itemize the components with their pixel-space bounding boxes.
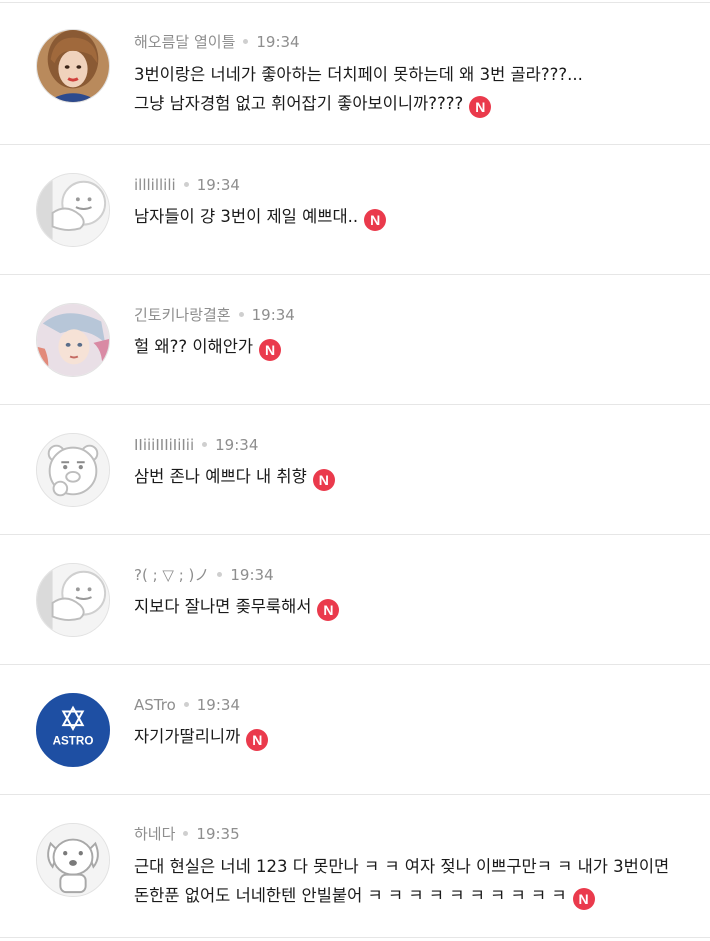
comment-line-with-badge: 돈한푼 없어도 너네한텐 안빌붙어 ㅋ ㅋ ㅋ ㅋ ㅋ ㅋ ㅋ ㅋ ㅋ ㅋ N: [134, 881, 694, 910]
comment-item[interactable]: 해오름달 열이틀 19:34 3번이랑은 너네가 좋아하는 더치페이 못하는데 왜…: [0, 3, 710, 145]
author-name[interactable]: 해오름달 열이틀: [134, 33, 235, 51]
comment-item[interactable]: IIiiiIIIiIiIii 19:34 삼번 존나 예쁘다 내 취향 N: [0, 405, 710, 535]
separator-dot: [183, 701, 189, 707]
new-badge-icon: N: [364, 209, 387, 231]
comment-item[interactable]: illlillili 19:34 남자들이 걍 3번이 제일 예쁘대.. N: [0, 145, 710, 275]
comment-line: 자기가딸리니까: [134, 727, 241, 746]
separator-dot: [183, 830, 189, 836]
comment-line: 남자들이 걍 3번이 제일 예쁘대..: [134, 207, 359, 226]
comment-line-with-badge: 그냥 남자경험 없고 휘어잡기 좋아보이니까???? N: [134, 89, 694, 118]
comment-time: 19:34: [215, 436, 259, 454]
comment-line: 헐 왜?? 이해안가: [134, 337, 254, 356]
comment-meta: ?( ; ▽ ; )ノ 19:34: [134, 566, 274, 584]
avatar-photo-woman-image: [37, 30, 109, 102]
comment-time: 19:34: [251, 306, 295, 324]
comment-text: 남자들이 걍 3번이 제일 예쁘대.. N: [134, 202, 694, 231]
comment-meta: 긴토키나랑결혼 19:34: [134, 306, 295, 324]
avatar-bear-character[interactable]: [36, 433, 110, 507]
comment-meta: illlillili 19:34: [134, 176, 240, 194]
comment-list: 해오름달 열이틀 19:34 3번이랑은 너네가 좋아하는 더치페이 못하는데 왜…: [0, 0, 710, 941]
comment-time: 19:34: [256, 33, 300, 51]
author-name[interactable]: ?( ; ▽ ; )ノ: [134, 566, 209, 584]
comment-meta: ASTro 19:34: [134, 696, 240, 714]
comment-line: 3번이랑은 너네가 좋아하는 더치페이 못하는데 왜 3번 골라???...: [134, 65, 583, 84]
astro-logo-text: ASTRO: [53, 735, 94, 748]
comment-line-with-badge: 남자들이 걍 3번이 제일 예쁘대.. N: [134, 202, 694, 231]
new-badge-icon: N: [312, 469, 335, 491]
author-name[interactable]: ASTro: [134, 696, 176, 714]
comment-line: 그냥 남자경험 없고 휘어잡기 좋아보이니까????: [134, 94, 464, 113]
author-name[interactable]: 긴토키나랑결혼: [134, 306, 231, 324]
default-character-icon: [37, 174, 109, 246]
comment-line-with-badge: 자기가딸리니까 N: [134, 722, 694, 751]
comment-text: 삼번 존나 예쁘다 내 취향 N: [134, 462, 694, 491]
author-name[interactable]: 하네다: [134, 825, 175, 843]
avatar-anime-illustration[interactable]: [36, 303, 110, 377]
avatar-photo-woman[interactable]: [36, 29, 110, 103]
comment-line-with-badge: 삼번 존나 예쁘다 내 취향 N: [134, 462, 694, 491]
author-name[interactable]: IIiiiIIIiIiIii: [134, 436, 194, 454]
comment-text: 자기가딸리니까 N: [134, 722, 694, 751]
comment-line: 근대 현실은 너네 123 다 못만나 ㅋ ㅋ 여자 젖나 이쁘구만ㅋ ㅋ 내가…: [134, 857, 670, 876]
separator-dot: [238, 311, 244, 317]
comment-item[interactable]: ASTRO ASTro 19:34 자기가딸리니까 N: [0, 665, 710, 795]
comment-time: 19:34: [196, 176, 240, 194]
comment-time: 19:35: [196, 825, 240, 843]
avatar-astro-logo[interactable]: ASTRO: [36, 693, 110, 767]
default-character-icon: [37, 564, 109, 636]
comment-time: 19:34: [230, 566, 274, 584]
new-badge-icon: N: [259, 339, 282, 361]
comment-text: 지보다 잘나면 좆무룩해서 N: [134, 592, 694, 621]
comment-text: 3번이랑은 너네가 좋아하는 더치페이 못하는데 왜 3번 골라???... 그…: [134, 60, 694, 118]
anime-illustration-image: [37, 304, 109, 376]
bear-character-icon: [37, 434, 109, 506]
comment-line: 지보다 잘나면 좆무룩해서: [134, 597, 312, 616]
comment-item[interactable]: 하네다 19:35 근대 현실은 너네 123 다 못만나 ㅋ ㅋ 여자 젖나 이…: [0, 795, 710, 938]
new-badge-icon: N: [246, 729, 269, 751]
dog-character-icon: [37, 824, 109, 896]
comment-item[interactable]: 긴토키나랑결혼 19:34 헐 왜?? 이해안가 N: [0, 275, 710, 405]
separator-dot: [217, 571, 223, 577]
comment-line: 돈한푼 없어도 너네한텐 안빌붙어 ㅋ ㅋ ㅋ ㅋ ㅋ ㅋ ㅋ ㅋ ㅋ ㅋ: [134, 886, 567, 905]
avatar-default-character[interactable]: [36, 173, 110, 247]
comment-text: 헐 왜?? 이해안가 N: [134, 332, 694, 361]
avatar-dog-character[interactable]: [36, 823, 110, 897]
new-badge-icon: N: [317, 599, 340, 621]
comment-line: 삼번 존나 예쁘다 내 취향: [134, 467, 307, 486]
new-badge-icon: N: [572, 888, 595, 910]
separator-dot: [202, 441, 208, 447]
author-name[interactable]: illlillili: [134, 176, 176, 194]
astro-logo-icon: ASTRO: [37, 694, 109, 766]
comment-meta: IIiiiIIIiIiIii 19:34: [134, 436, 258, 454]
new-badge-icon: N: [469, 96, 492, 118]
comment-meta: 하네다 19:35: [134, 825, 240, 843]
separator-dot: [183, 181, 189, 187]
comment-line-with-badge: 헐 왜?? 이해안가 N: [134, 332, 694, 361]
comment-time: 19:34: [196, 696, 240, 714]
separator-dot: [243, 38, 249, 44]
comment-line-with-badge: 지보다 잘나면 좆무룩해서 N: [134, 592, 694, 621]
comment-meta: 해오름달 열이틀 19:34: [134, 33, 300, 51]
comment-item[interactable]: ?( ; ▽ ; )ノ 19:34 지보다 잘나면 좆무룩해서 N: [0, 535, 710, 665]
avatar-default-character[interactable]: [36, 563, 110, 637]
comment-text: 근대 현실은 너네 123 다 못만나 ㅋ ㅋ 여자 젖나 이쁘구만ㅋ ㅋ 내가…: [134, 852, 694, 910]
